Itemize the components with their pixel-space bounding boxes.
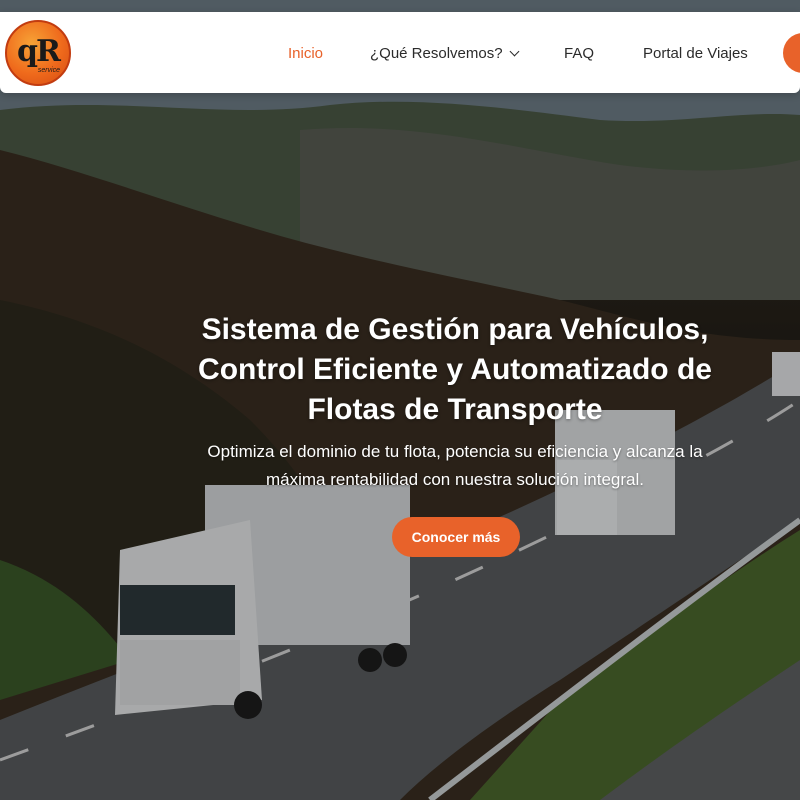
chevron-down-icon: [509, 46, 520, 57]
header-cta-button[interactable]: [783, 33, 800, 73]
hero-subtitle-line: máxima rentabilidad con nuestra solución…: [266, 470, 644, 489]
hero-subtitle-line: Optimiza el dominio de tu flota, potenci…: [207, 442, 703, 461]
nav-item-faq[interactable]: FAQ: [564, 45, 594, 62]
logo-subtext: service: [37, 67, 60, 74]
hero-title-line: Sistema de Gestión para Vehículos,: [201, 313, 709, 346]
hero-title-line: Flotas de Transporte: [307, 393, 603, 426]
hero-title: Sistema de Gestión para Vehículos, Contr…: [150, 310, 760, 430]
conocer-mas-button[interactable]: Conocer más: [392, 517, 520, 557]
nav-item-portal-de-viajes[interactable]: Portal de Viajes: [643, 45, 748, 62]
hero-title-line: Control Eficiente y Automatizado de: [198, 353, 712, 386]
nav-item-que-resolvemos[interactable]: ¿Qué Resolvemos?: [370, 45, 520, 62]
hero-subtitle: Optimiza el dominio de tu flota, potenci…: [160, 438, 750, 494]
nav-item-inicio[interactable]: Inicio: [288, 45, 323, 62]
site-header: qR service Inicio ¿Qué Resolvemos? FAQ P…: [0, 12, 800, 93]
main-nav: Inicio ¿Qué Resolvemos? FAQ Portal de Vi…: [0, 45, 800, 65]
nav-item-que-resolvemos-label: ¿Qué Resolvemos?: [370, 45, 503, 62]
